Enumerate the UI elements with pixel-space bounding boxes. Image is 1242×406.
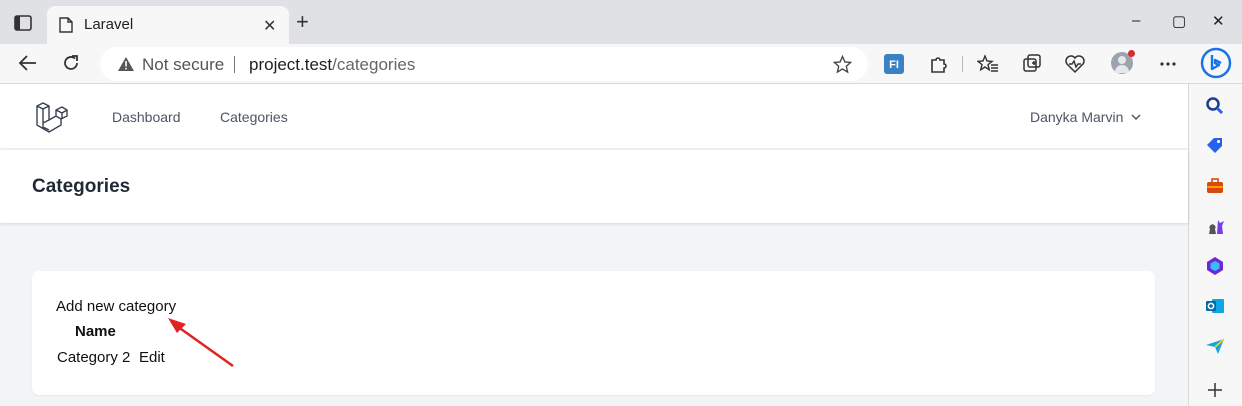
- collections-icon[interactable]: [1021, 53, 1043, 75]
- extensions-puzzle-icon[interactable]: [928, 53, 950, 75]
- search-icon[interactable]: [1205, 96, 1225, 116]
- refresh-icon[interactable]: [62, 54, 80, 72]
- url-text[interactable]: project.test/categories: [249, 55, 415, 75]
- table-cell-name: Category 2: [57, 349, 131, 366]
- url-host: project.test: [249, 55, 333, 74]
- favorite-star-icon[interactable]: [833, 55, 852, 74]
- toolbar-divider: [962, 56, 963, 72]
- url-path: /categories: [332, 55, 416, 74]
- browser-tabbar: Laravel ✕ + – ▢ ✕: [0, 0, 1242, 44]
- bing-copilot-icon[interactable]: [1200, 47, 1232, 79]
- app-navbar: Dashboard Categories Danyka Marvin: [0, 84, 1188, 149]
- avatar-head: [1118, 56, 1126, 64]
- nav-link-categories[interactable]: Categories: [220, 109, 288, 125]
- maximize-button[interactable]: ▢: [1172, 12, 1186, 30]
- page-header: Categories: [0, 150, 1188, 223]
- address-separator: [234, 56, 235, 73]
- add-sidebar-app-icon[interactable]: [1205, 380, 1225, 400]
- chevron-down-icon: [1131, 114, 1141, 121]
- add-category-link[interactable]: Add new category: [56, 298, 176, 315]
- favorites-icon[interactable]: [977, 53, 999, 75]
- drop-send-icon[interactable]: [1205, 336, 1225, 356]
- browser-tab[interactable]: Laravel ✕: [47, 6, 289, 44]
- new-tab-button[interactable]: +: [296, 11, 309, 33]
- user-menu[interactable]: Danyka Marvin: [1030, 109, 1141, 125]
- warning-icon[interactable]: [117, 56, 135, 72]
- more-options-icon[interactable]: [1157, 53, 1179, 75]
- nav-link-dashboard[interactable]: Dashboard: [112, 109, 181, 125]
- page-icon: [59, 17, 73, 33]
- tab-title: Laravel: [84, 16, 134, 33]
- tab-actions-icon[interactable]: [14, 15, 32, 31]
- notification-dot: [1128, 50, 1135, 57]
- microsoft365-icon[interactable]: [1205, 256, 1225, 276]
- extension-fi-icon[interactable]: FI: [884, 54, 904, 74]
- not-secure-label: Not secure: [142, 55, 225, 74]
- laravel-logo-icon[interactable]: [34, 100, 68, 134]
- close-window-button[interactable]: ✕: [1212, 12, 1225, 30]
- edge-sidebar: [1188, 84, 1242, 406]
- minimize-button[interactable]: –: [1132, 12, 1140, 29]
- page-title: Categories: [32, 176, 131, 197]
- address-bar[interactable]: Not secure project.test/categories: [100, 47, 868, 81]
- table-header-name: Name: [75, 323, 116, 340]
- avatar-body: [1115, 65, 1129, 73]
- browser-essentials-icon[interactable]: [1064, 53, 1086, 75]
- annotation-arrow: [168, 318, 234, 368]
- outlook-icon[interactable]: [1205, 296, 1225, 316]
- shopping-tag-icon[interactable]: [1205, 136, 1225, 156]
- games-chess-icon[interactable]: [1205, 216, 1225, 236]
- user-name: Danyka Marvin: [1030, 109, 1124, 125]
- back-icon[interactable]: [18, 54, 38, 72]
- profile-avatar[interactable]: [1111, 50, 1135, 74]
- tools-briefcase-icon[interactable]: [1205, 176, 1225, 196]
- tab-close-icon[interactable]: ✕: [263, 16, 276, 36]
- browser-toolbar: Not secure project.test/categories FI: [0, 44, 1242, 84]
